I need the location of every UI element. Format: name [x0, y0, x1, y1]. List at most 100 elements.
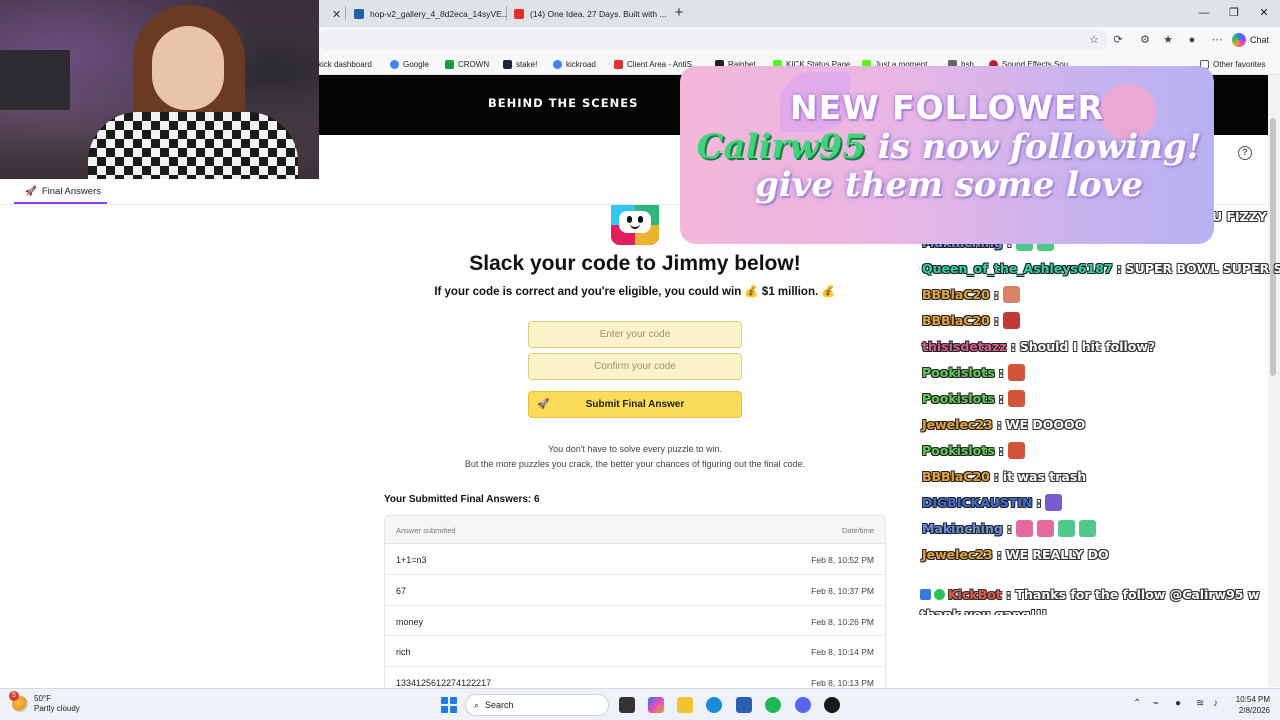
column-header-date: Date/time	[841, 526, 874, 535]
new-tab-button[interactable]: +	[670, 3, 688, 23]
address-bar[interactable]	[318, 30, 1108, 50]
chat-username[interactable]: Pookislots	[922, 443, 995, 458]
chat-username[interactable]: BBBlaC20	[922, 287, 990, 302]
taskbar-clock[interactable]: 10:54 PM 2/8/2026	[1226, 694, 1270, 716]
chat-text: WE REALLY DO	[1005, 547, 1109, 562]
weather-temp: 50°F	[34, 694, 51, 703]
bookmark-kick-dashboard[interactable]: kick dashboard	[318, 57, 372, 71]
edge-browser-icon[interactable]	[706, 697, 722, 713]
chat-username[interactable]: Pookislots	[922, 365, 995, 380]
chat-username[interactable]: DIGBICKAUSTIN	[922, 495, 1032, 510]
search-icon: ⌕	[474, 699, 480, 710]
search-label: Search	[485, 700, 514, 710]
microphone-icon[interactable]: ●	[1175, 698, 1181, 709]
tab-title: hop-v2_gallery_4_8d2eca_14syVE...	[370, 9, 506, 19]
chat-username[interactable]: Jewelec23	[922, 547, 993, 562]
maximize-button[interactable]: ❐	[1219, 4, 1249, 22]
webcam-overlay	[0, 0, 319, 179]
wifi-icon[interactable]: ≋	[1196, 698, 1204, 709]
bookmark-google[interactable]: Google	[390, 57, 429, 71]
weather-icon: 5	[9, 691, 28, 712]
chat-message: thisisdetazz: Should I hit follow?	[922, 338, 1155, 356]
nav-behind-the-scenes[interactable]: BEHIND THE SCENES	[488, 96, 638, 110]
prize-subtitle: If your code is correct and you're eligi…	[434, 286, 836, 298]
tab-gallery[interactable]: hop-v2_gallery_4_8d2eca_14syVE... ✕	[348, 3, 506, 25]
chat-message: BBBlaC20:	[922, 312, 1024, 330]
chat-message-kickbot: KickBot : Thanks for the follow @Calirw9…	[920, 585, 1278, 615]
chat-separator: :	[1036, 495, 1042, 510]
taskbar-search[interactable]: ⌕ Search	[465, 694, 609, 716]
confirm-code-input[interactable]	[528, 353, 742, 380]
slack-mascot-logo	[611, 205, 659, 245]
tab-youtube[interactable]: (14) One Idea. 27 Days. Built with ... ✕	[508, 3, 666, 25]
obs-icon[interactable]	[824, 697, 840, 713]
chat-message: BBBlaC20: it was trash	[922, 468, 1086, 486]
chat-message: Pookislots:	[922, 390, 1029, 408]
chat-username[interactable]: BBBlaC20	[922, 469, 990, 484]
windows-start-icon[interactable]	[441, 697, 457, 713]
copilot-chat-button[interactable]: Chat	[1232, 31, 1269, 49]
chevron-up-icon[interactable]: ⌃	[1133, 698, 1141, 709]
chat-username[interactable]: thisisdetazz	[922, 339, 1007, 354]
discord-icon[interactable]	[795, 697, 811, 713]
crown-icon	[445, 59, 454, 69]
bot-badge-icon	[920, 589, 931, 600]
chat-text: SUPER BOWL SUPER SUCKS	[1125, 261, 1280, 276]
profile-avatar-icon[interactable]: ●	[1184, 32, 1200, 48]
answer-value: rich	[396, 647, 411, 658]
chat-message: DIGBICKAUSTIN:	[922, 494, 1066, 512]
chat-username[interactable]: KickBot	[948, 587, 1002, 602]
spotify-icon[interactable]	[765, 697, 781, 713]
bookmark-other-favorites[interactable]: Other favorites	[1200, 57, 1265, 71]
volume-icon[interactable]: ♪	[1213, 698, 1218, 709]
page-title: Slack your code to Jimmy below!	[469, 252, 801, 275]
chat-emote-icon	[1057, 520, 1075, 537]
chat-username[interactable]: Pookislots	[922, 391, 995, 406]
info-note-line1: You don't have to solve every puzzle to …	[548, 444, 722, 454]
refresh-extension-icon[interactable]: ⟳	[1110, 32, 1126, 48]
chat-separator: :	[996, 547, 1002, 562]
close-window-button[interactable]: ✕	[1249, 4, 1279, 22]
network-icon[interactable]: ⌁	[1153, 698, 1159, 709]
table-row: rich Feb 8, 10:14 PM	[385, 636, 885, 668]
chat-text: it was trash	[1002, 469, 1087, 484]
tab-close-first[interactable]: ✕	[320, 3, 344, 25]
table-row: money Feb 8, 10:26 PM	[385, 606, 885, 637]
bookmark-kickroad[interactable]: kickroad	[553, 57, 596, 71]
extensions-icon[interactable]: ⚙	[1137, 32, 1153, 48]
chat-username[interactable]: Queen_of_the_Ashleys6187	[922, 261, 1113, 276]
task-view-icon[interactable]	[619, 697, 635, 713]
close-icon[interactable]: ✕	[332, 8, 341, 21]
more-menu-icon[interactable]: ⋯	[1209, 32, 1225, 48]
tab-label: Final Answers	[41, 186, 101, 197]
minimize-button[interactable]: —	[1189, 4, 1219, 22]
chat-separator: :	[1010, 339, 1016, 354]
table-header: Answer submitted Date/time	[385, 516, 885, 544]
help-icon[interactable]: ?	[1238, 146, 1252, 160]
windows-taskbar: 5 50°F Partly cloudy ⌕ Search ⌃ ⌁ ● ≋ ♪ …	[0, 688, 1280, 720]
copilot-app-icon[interactable]	[648, 697, 664, 713]
chat-separator: :	[998, 365, 1004, 380]
chat-username[interactable]: Makinching	[922, 521, 1003, 536]
chat-username[interactable]: BBBlaC20	[922, 313, 990, 328]
submit-final-answer-button[interactable]: 🚀 Submit Final Answer	[528, 391, 742, 418]
bookmark-stake[interactable]: stake!	[503, 57, 537, 71]
shelf-background	[0, 50, 70, 110]
youtube-icon	[514, 9, 524, 19]
column-header-answer: Answer submitted	[396, 526, 456, 535]
chat-username[interactable]: Jewelec23	[922, 417, 993, 432]
mascot-face-icon	[619, 211, 651, 233]
chat-separator: :	[1001, 587, 1016, 602]
tab-final-answers[interactable]: 🚀 Final Answers	[14, 181, 107, 204]
favorite-star-icon[interactable]: ☆	[1086, 32, 1102, 48]
answer-value: 1+1=n3	[396, 555, 427, 565]
store-icon[interactable]	[736, 697, 752, 713]
alert-username: Calirw95	[696, 127, 866, 167]
chat-emote-icon	[1036, 520, 1054, 537]
favorites-icon[interactable]: ★	[1160, 32, 1176, 48]
code-input[interactable]	[528, 321, 742, 348]
bookmark-crown[interactable]: CROWN	[445, 57, 489, 71]
weather-widget[interactable]: 5 50°F Partly cloudy	[9, 691, 80, 714]
file-explorer-icon[interactable]	[677, 697, 693, 713]
answer-value: money	[396, 616, 424, 627]
